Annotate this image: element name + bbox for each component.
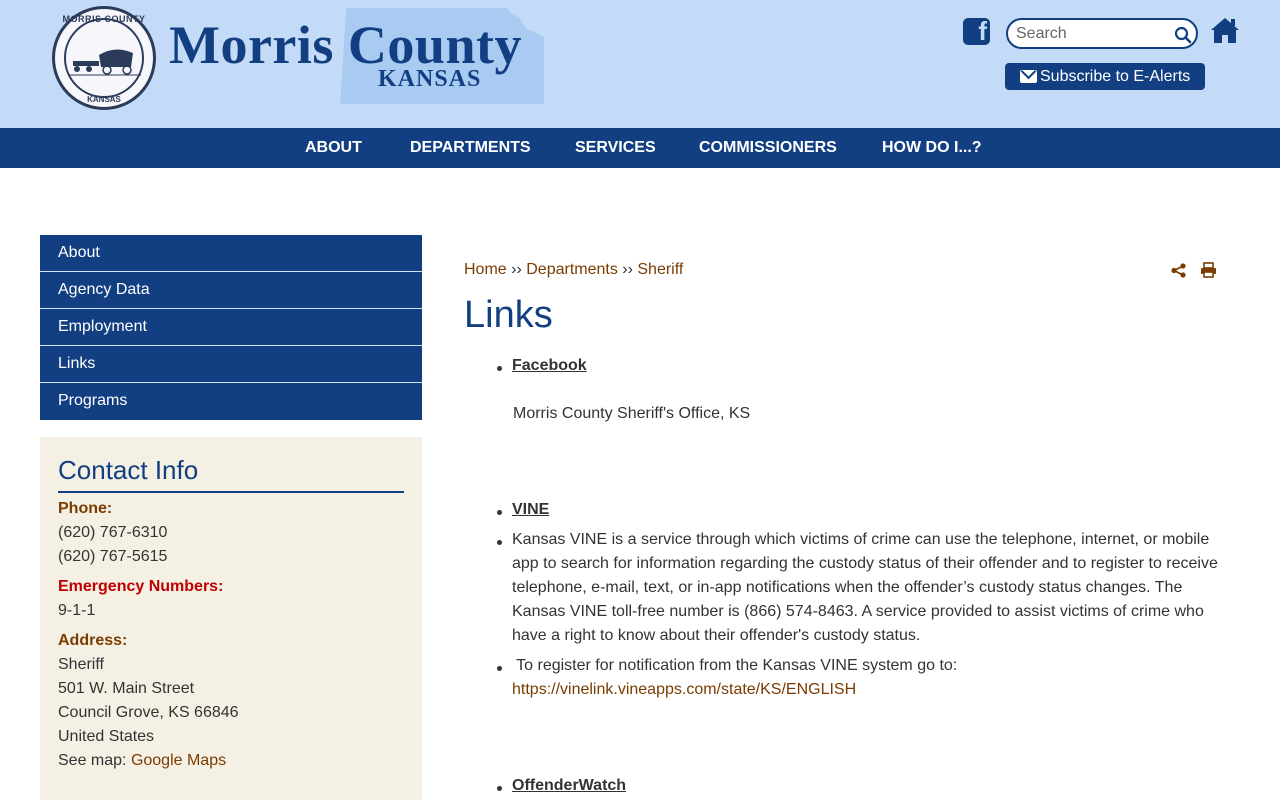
envelope-icon	[1020, 70, 1037, 83]
subscribe-e-alerts-button[interactable]: Subscribe to E-Alerts	[1005, 63, 1205, 90]
breadcrumb-separator: ››	[617, 261, 638, 278]
list-bullet	[497, 666, 502, 671]
covered-wagon-icon	[69, 49, 141, 76]
see-map-prefix: See map:	[58, 752, 131, 769]
breadcrumb-departments[interactable]: Departments	[526, 261, 618, 278]
vine-register-text: To register for notification from the Ka…	[512, 657, 958, 674]
search-box	[1006, 18, 1198, 49]
address-line-2: 501 W. Main Street	[58, 680, 195, 697]
contact-info-title: Contact Info	[58, 453, 404, 493]
list-bullet	[497, 366, 502, 371]
share-icon[interactable]	[1171, 263, 1186, 278]
nav-item-departments[interactable]: DEPARTMENTS	[410, 128, 531, 168]
list-bullet	[497, 540, 502, 545]
sidebar-item-agency-data[interactable]: Agency Data	[40, 272, 422, 309]
breadcrumb-sheriff[interactable]: Sheriff	[637, 261, 683, 278]
sidebar-item-links[interactable]: Links	[40, 346, 422, 383]
sidebar-item-programs[interactable]: Programs	[40, 383, 422, 420]
phone-number-1[interactable]: (620) 767-6310	[58, 524, 167, 542]
home-icon[interactable]	[1210, 16, 1240, 44]
vine-register-url[interactable]: https://vinelink.vineapps.com/state/KS/E…	[512, 678, 856, 702]
google-maps-link[interactable]: Google Maps	[131, 752, 226, 769]
phone-number-2[interactable]: (620) 767-5615	[58, 548, 167, 566]
address-label: Address:	[58, 632, 128, 649]
sidebar-item-about[interactable]: About	[40, 235, 422, 272]
main-nav: ABOUT DEPARTMENTS SERVICES COMMISSIONERS…	[0, 128, 1280, 168]
facebook-icon[interactable]: f	[963, 16, 990, 46]
county-seal-logo[interactable]: MORRIS COUNTY KANSAS	[52, 6, 156, 110]
vine-link[interactable]: VINE	[512, 501, 549, 519]
seal-bottom-text: KANSAS	[87, 95, 121, 104]
emergency-number: 9-1-1	[58, 602, 96, 619]
vine-description: Kansas VINE is a service through which v…	[512, 531, 1218, 644]
emergency-label: Emergency Numbers:	[58, 578, 224, 595]
list-bullet	[497, 510, 502, 515]
address-line-3: Council Grove, KS 66846	[58, 704, 239, 721]
site-header: MORRIS COUNTY KANSAS Morris County KANSA…	[0, 0, 1280, 128]
breadcrumb: Home ›› Departments ›› Sheriff	[464, 261, 683, 279]
sidebar-menu: About Agency Data Employment Links Progr…	[40, 235, 422, 420]
breadcrumb-separator: ››	[506, 261, 527, 278]
seal-top-text: MORRIS COUNTY	[62, 14, 146, 24]
site-subtitle: KANSAS	[378, 66, 482, 92]
facebook-description: Morris County Sheriff's Office, KS	[513, 405, 751, 422]
sidebar-item-employment[interactable]: Employment	[40, 309, 422, 346]
facebook-link[interactable]: Facebook	[512, 357, 587, 375]
subscribe-label: Subscribe to E-Alerts	[1040, 68, 1191, 85]
nav-item-services[interactable]: SERVICES	[575, 128, 656, 168]
see-map-line: See map: Google Maps	[58, 752, 226, 770]
list-bullet	[497, 786, 502, 791]
nav-item-about[interactable]: ABOUT	[305, 128, 362, 168]
search-input[interactable]	[1016, 24, 1166, 44]
print-icon[interactable]	[1200, 262, 1217, 278]
nav-item-how-do-i[interactable]: HOW DO I...?	[882, 128, 982, 168]
phone-label: Phone:	[58, 500, 113, 517]
address-line-4: United States	[58, 728, 155, 745]
address-line-1: Sheriff	[58, 656, 104, 673]
search-icon[interactable]	[1174, 26, 1192, 44]
page-title: Links	[464, 294, 553, 336]
contact-info-panel: Contact Info Phone: (620) 767-6310 (620)…	[40, 437, 422, 800]
breadcrumb-home[interactable]: Home	[464, 261, 507, 278]
offenderwatch-link[interactable]: OffenderWatch	[512, 777, 626, 795]
nav-item-commissioners[interactable]: COMMISSIONERS	[699, 128, 837, 168]
